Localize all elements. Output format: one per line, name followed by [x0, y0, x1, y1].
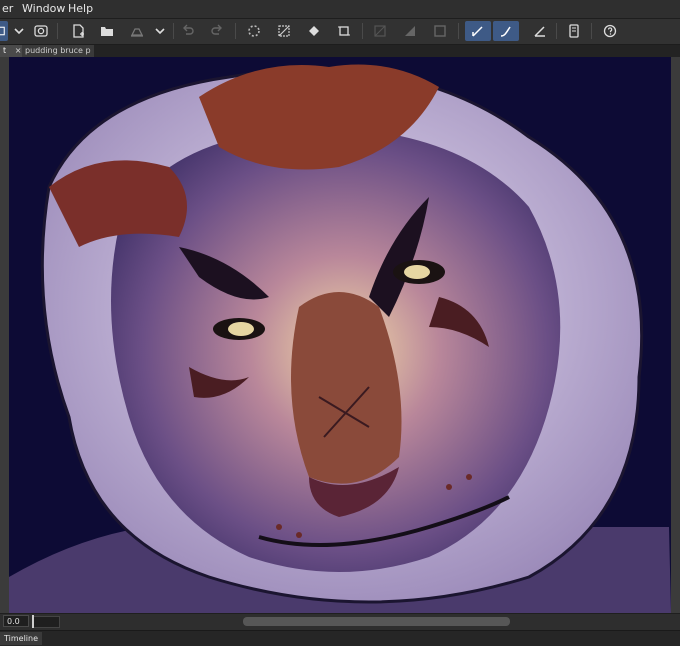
new-file-icon[interactable] — [68, 21, 88, 41]
chevron-down-icon[interactable] — [9, 21, 29, 41]
zoom-slider[interactable] — [32, 616, 60, 628]
undo-icon[interactable] — [178, 21, 198, 41]
chevron-down-icon[interactable] — [150, 21, 170, 41]
tab-timeline[interactable]: Timeline — [0, 632, 43, 645]
tab-current[interactable]: t × — [0, 45, 22, 57]
zoom-value-field[interactable]: 0.0 — [3, 615, 29, 627]
menu-bar: er Window Help — [0, 0, 680, 19]
toolbar-separator — [173, 23, 174, 39]
drawing-canvas[interactable] — [9, 57, 671, 613]
close-icon[interactable]: × — [15, 46, 22, 55]
panel-toggle-icon[interactable] — [0, 21, 8, 41]
zoom-slider-handle[interactable] — [32, 615, 34, 628]
status-bar: Timeline — [0, 630, 680, 646]
toolbar-separator — [57, 23, 58, 39]
toolbar-separator — [235, 23, 236, 39]
toolbar-separator — [556, 23, 557, 39]
loading-icon[interactable] — [244, 21, 264, 41]
menu-item-window[interactable]: Window — [20, 0, 67, 18]
save-icon[interactable] — [127, 21, 147, 41]
tab-label: t — [3, 46, 7, 55]
open-folder-icon[interactable] — [97, 21, 117, 41]
tab-pudding-bruce[interactable]: pudding bruce p ● — [22, 45, 94, 57]
toolbar-separator — [362, 23, 363, 39]
clear-icon[interactable] — [274, 21, 294, 41]
help-icon[interactable] — [600, 21, 620, 41]
line-tool-icon[interactable] — [530, 21, 550, 41]
border-icon[interactable] — [430, 21, 450, 41]
gradient-icon[interactable] — [400, 21, 420, 41]
toolbar — [0, 19, 680, 45]
bottom-bar: 0.0 — [0, 613, 680, 630]
toolbar-separator — [458, 23, 459, 39]
toolbar-separator — [591, 23, 592, 39]
menu-item-help[interactable]: Help — [66, 0, 95, 18]
horizontal-scrollbar[interactable] — [243, 617, 510, 626]
device-icon[interactable] — [564, 21, 584, 41]
camera-icon[interactable] — [31, 21, 51, 41]
tab-label: pudding bruce p — [25, 46, 91, 55]
canvas-workarea[interactable] — [0, 57, 680, 613]
document-tab-bar: t × pudding bruce p ● — [0, 45, 680, 57]
pen-tool-icon[interactable] — [465, 21, 491, 41]
menu-item-partial[interactable]: er — [0, 0, 15, 18]
fill-icon[interactable] — [304, 21, 324, 41]
crop-icon[interactable] — [334, 21, 354, 41]
tiger-artwork — [9, 57, 671, 613]
brush-tool-icon[interactable] — [493, 21, 519, 41]
transparent-icon[interactable] — [370, 21, 390, 41]
redo-icon[interactable] — [207, 21, 227, 41]
